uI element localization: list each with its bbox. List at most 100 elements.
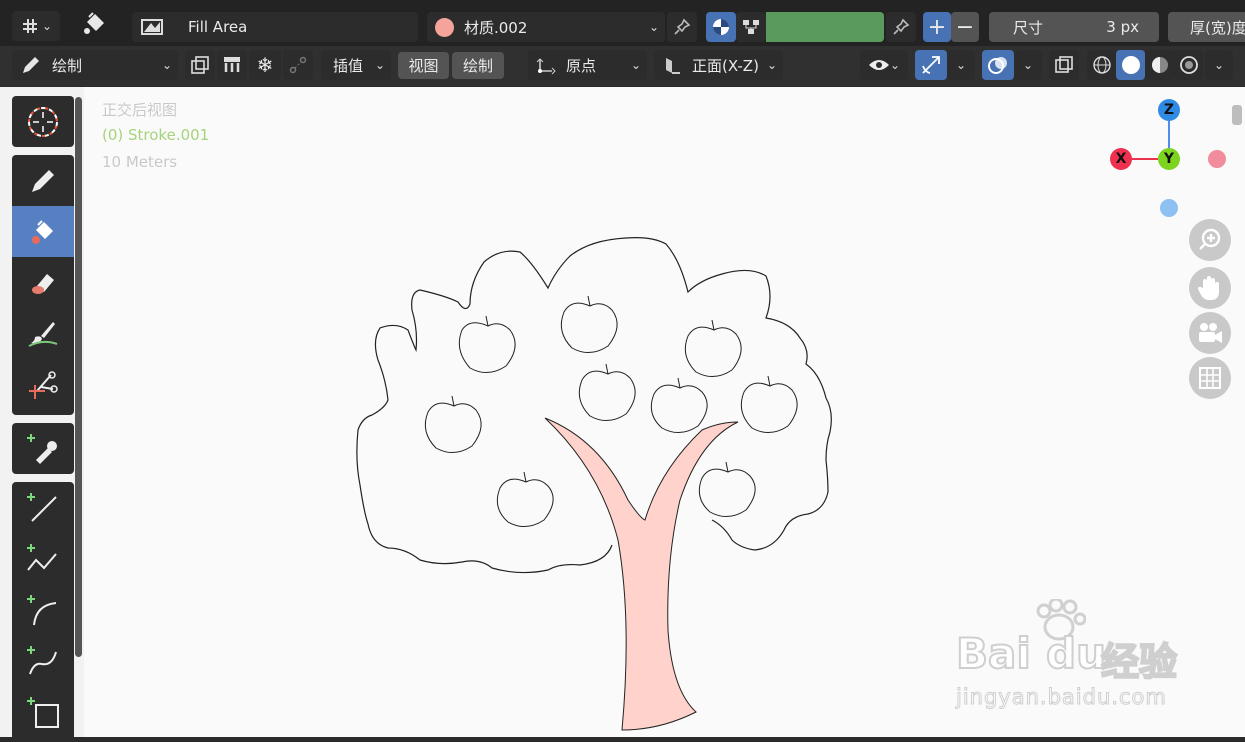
snap-button[interactable]: ❄	[249, 50, 281, 80]
ortho-toggle-button[interactable]	[1189, 357, 1231, 399]
trunk-fill	[544, 417, 739, 731]
thickness-label: 厚(宽)度	[1190, 18, 1245, 37]
axis-x-handle[interactable]: X	[1110, 148, 1132, 170]
vertex-paint-mode-button[interactable]	[736, 12, 766, 42]
watermark-url: jingyan.baidu.com	[956, 685, 1167, 710]
active-object-text: (0) Stroke.001	[102, 126, 210, 144]
pencil-icon	[20, 54, 42, 76]
shading-rendered-button[interactable]	[1174, 50, 1203, 80]
camera-view-button[interactable]	[1189, 312, 1231, 354]
object-name-field[interactable]: Fill Area	[132, 12, 418, 42]
apple	[578, 363, 636, 421]
shading-material-button[interactable]	[1145, 50, 1174, 80]
overlay-menu[interactable]: ⌄	[1014, 50, 1042, 80]
chevron-down-icon: ⌄	[1213, 58, 1225, 72]
thickness-field[interactable]: 厚(宽)度	[1168, 12, 1245, 42]
zoom-button[interactable]	[1189, 219, 1231, 261]
draw-tool[interactable]	[12, 155, 74, 206]
draw-tools-group	[12, 155, 74, 415]
draw-menu-label: 绘制	[462, 57, 493, 75]
viewport-scrollbar[interactable]	[1232, 105, 1242, 125]
polyline-tool[interactable]	[12, 533, 74, 584]
multiframe-button[interactable]	[185, 50, 215, 80]
chevron-down-icon: ⌄	[630, 58, 641, 72]
erase-tool[interactable]	[12, 257, 74, 308]
chevron-down-icon: ⌄	[648, 20, 659, 34]
pin-material-button[interactable]	[667, 12, 697, 42]
origin-selector[interactable]: 原点 ⌄	[528, 50, 647, 80]
brush-icon	[27, 319, 59, 349]
overlay-toggle-button[interactable]	[982, 50, 1014, 80]
watermark-brand-du: du	[1045, 628, 1107, 679]
cursor-tool[interactable]	[12, 96, 74, 147]
plane-label: 正面(X-Z)	[692, 56, 759, 75]
eraser-icon	[28, 268, 58, 298]
draw-menu[interactable]: 绘制	[452, 52, 504, 79]
edit-lines-button[interactable]	[217, 50, 247, 80]
editor-type-menu[interactable]: ⌄	[12, 11, 60, 41]
cutter-tool[interactable]	[12, 359, 74, 410]
line-tool[interactable]	[12, 482, 74, 533]
shading-menu[interactable]: ⌄	[1205, 50, 1233, 80]
3d-viewport[interactable]: 正交后视图 (0) Stroke.001 10 Meters Z Y X Bai…	[84, 87, 1245, 737]
tint-tool[interactable]	[12, 308, 74, 359]
box-icon	[26, 695, 60, 729]
navigation-gizmo[interactable]: Z Y X	[1104, 97, 1234, 217]
additive-button[interactable]: +	[923, 12, 951, 42]
plane-selector[interactable]: 正面(X-Z) ⌄	[654, 50, 783, 80]
subtractive-button[interactable]: −	[951, 12, 979, 42]
toolbar-scrollbar[interactable]	[75, 97, 82, 657]
origin-label: 原点	[566, 56, 597, 75]
shading-solid-button[interactable]	[1116, 50, 1145, 80]
gizmo-toggle-button[interactable]	[915, 50, 947, 80]
toolbar-region	[0, 87, 84, 742]
arc-icon	[26, 593, 60, 627]
curve-tool[interactable]	[12, 635, 74, 686]
interpolate-menu[interactable]: 插值 ⌄	[321, 50, 391, 80]
material-name: 材质.002	[464, 18, 528, 37]
material-color-dot	[435, 17, 454, 37]
brush-color-swatch[interactable]	[766, 12, 884, 42]
curve-icon	[26, 644, 60, 678]
material-selector[interactable]: 材质.002 ⌄	[427, 12, 665, 42]
apple	[650, 377, 708, 433]
axis-z-handle[interactable]: Z	[1158, 99, 1180, 121]
watermark-brand: Bai	[955, 628, 1032, 679]
pin-icon	[673, 18, 691, 36]
axis-neg-z-handle[interactable]	[1160, 199, 1178, 217]
axis-y-handle[interactable]: Y	[1158, 148, 1180, 170]
guides-button[interactable]	[283, 50, 313, 80]
chevron-down-icon: ⌄	[766, 58, 777, 72]
view-menu[interactable]: 视图	[398, 52, 449, 79]
fill-tool[interactable]	[12, 206, 74, 257]
wireframe-sphere-icon	[1092, 55, 1112, 75]
grid-scale-text: 10 Meters	[102, 153, 178, 171]
overlay-icon	[987, 54, 1009, 76]
plane-icon	[662, 55, 682, 75]
guide-icon	[288, 55, 308, 75]
box-tool[interactable]	[12, 686, 74, 737]
gizmo-icon	[920, 54, 942, 76]
axis-neg-x-handle[interactable]	[1208, 150, 1226, 168]
hand-icon	[1197, 274, 1223, 302]
material-sphere-icon	[1150, 55, 1170, 75]
primitive-tools-group	[12, 482, 74, 742]
multiframe-icon	[190, 55, 210, 75]
camera-icon	[1196, 321, 1224, 345]
eyedropper-icon	[26, 432, 60, 466]
brush-size-field[interactable]: 尺寸 3 px	[989, 12, 1159, 42]
eyedropper-tool[interactable]	[12, 423, 74, 474]
pin-color-button[interactable]	[886, 12, 916, 42]
shading-wireframe-button[interactable]	[1087, 50, 1116, 80]
mode-selector[interactable]: 绘制 ⌄	[12, 50, 178, 80]
solid-sphere-icon	[1121, 56, 1140, 74]
visibility-menu[interactable]: ⌄	[860, 50, 908, 80]
xray-toggle-button[interactable]	[1049, 50, 1079, 80]
gizmo-menu[interactable]: ⌄	[947, 50, 975, 80]
object-name: Fill Area	[188, 18, 248, 36]
apple	[496, 471, 554, 527]
pan-button[interactable]	[1189, 267, 1231, 309]
vertex-color-mode-button[interactable]	[706, 12, 736, 42]
arc-tool[interactable]	[12, 584, 74, 635]
apple	[684, 319, 742, 377]
